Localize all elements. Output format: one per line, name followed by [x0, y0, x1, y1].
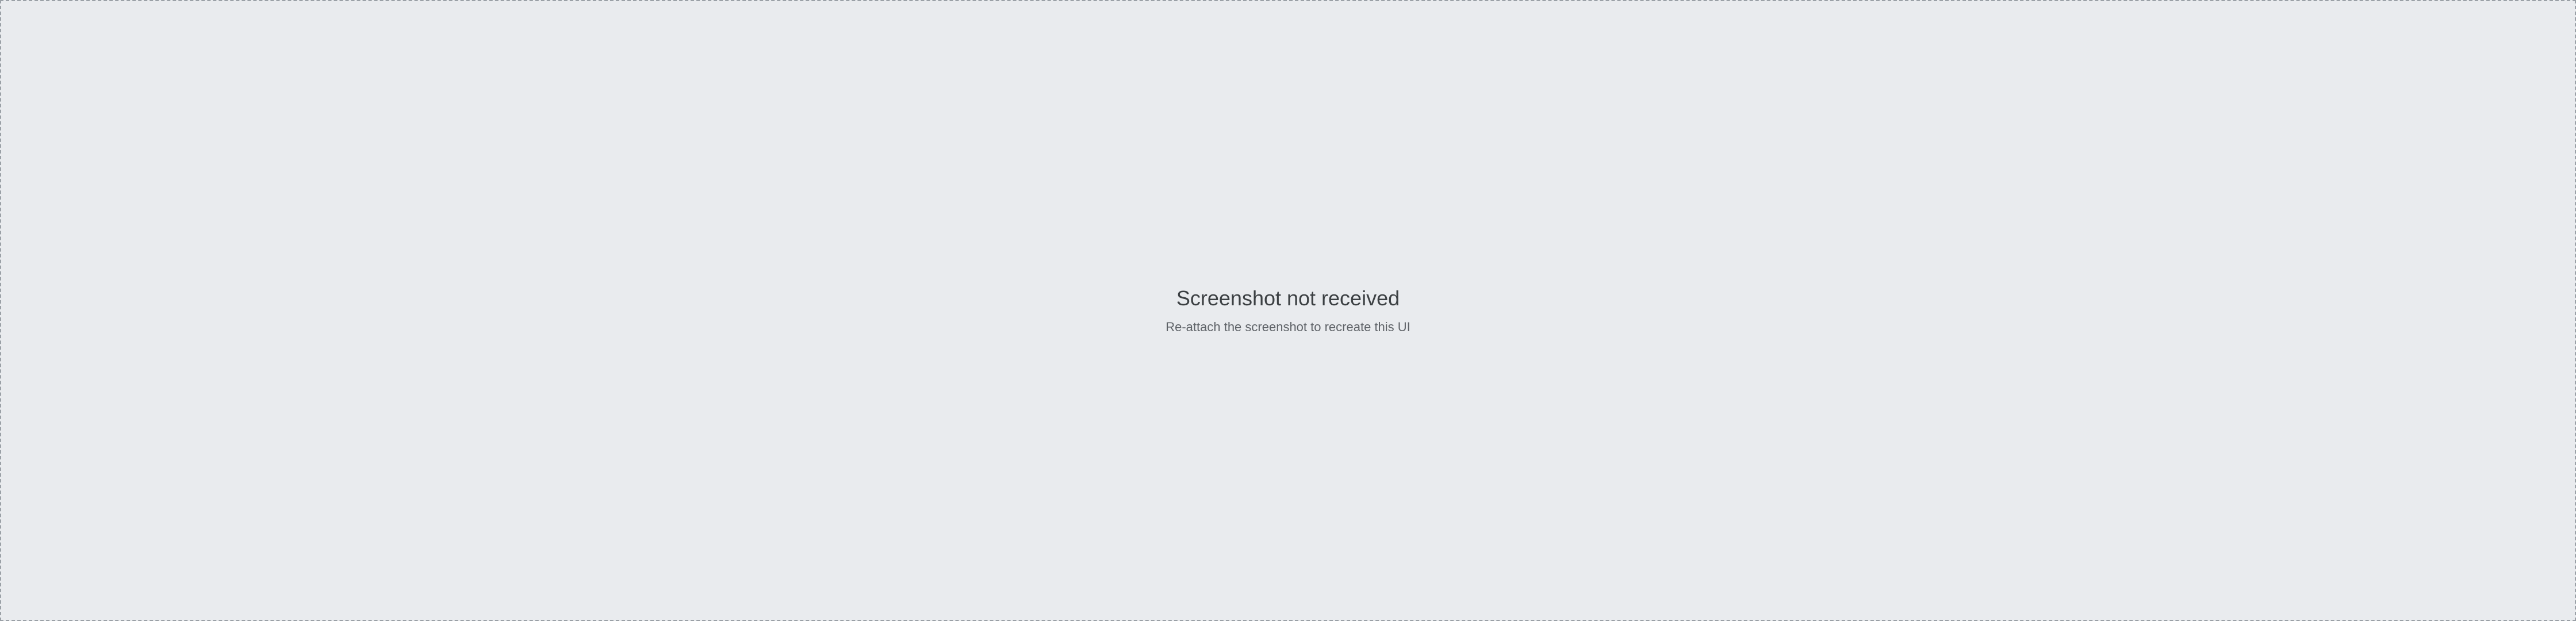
placeholder-note: Re-attach the screenshot to recreate thi…: [1166, 320, 1410, 334]
placeholder-frame: Screenshot not received Re-attach the sc…: [0, 0, 2576, 621]
placeholder-title: Screenshot not received: [1176, 286, 1400, 310]
